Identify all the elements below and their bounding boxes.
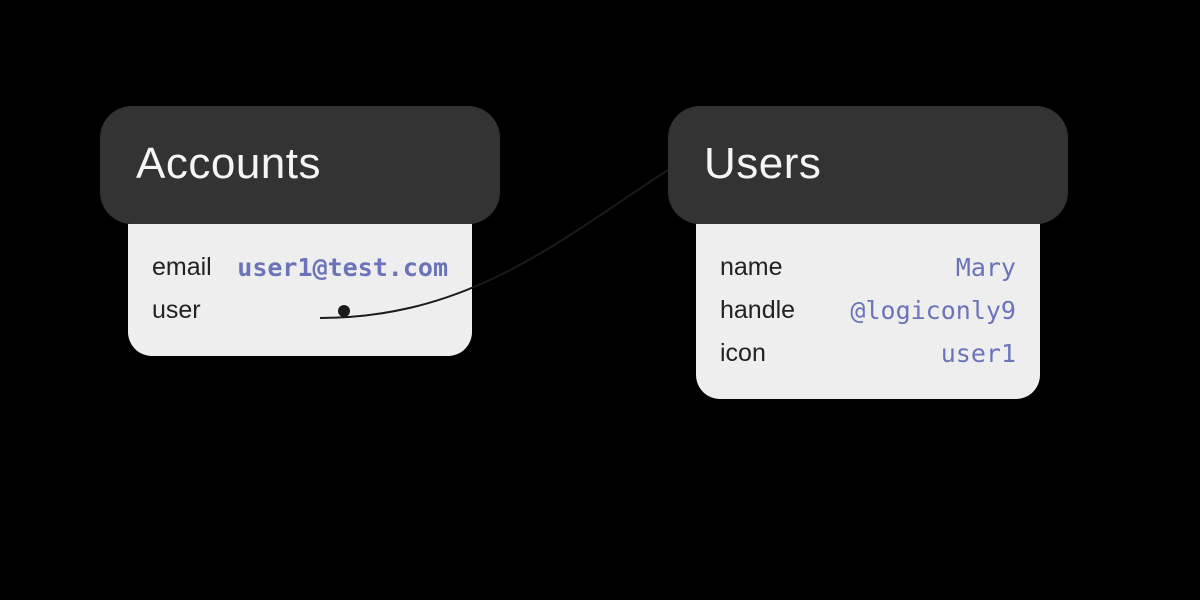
card-accounts-title: Accounts [136,139,321,188]
field-val-icon: user1 [941,339,1016,368]
table-row: icon user1 [720,332,1016,375]
field-key-name: name [720,253,783,282]
card-users: Users name Mary handle @logiconly9 icon … [668,106,1068,399]
reference-dot-icon [338,305,350,317]
card-users-body: name Mary handle @logiconly9 icon user1 [696,224,1040,399]
reference-anchor [201,305,448,317]
field-key-email: email [152,253,212,282]
field-key-handle: handle [720,296,795,325]
field-val-handle: @logiconly9 [850,296,1016,325]
field-val-name: Mary [956,253,1016,282]
table-row: handle @logiconly9 [720,289,1016,332]
field-val-email: user1@test.com [237,253,448,282]
field-key-icon: icon [720,339,766,368]
card-users-title: Users [704,139,821,188]
card-users-header: Users [668,106,1068,224]
card-accounts: Accounts email user1@test.com user [100,106,500,356]
diagram-canvas: Accounts email user1@test.com user Users… [0,0,1200,600]
table-row: email user1@test.com [152,246,448,289]
table-row: name Mary [720,246,1016,289]
table-row: user [152,289,448,332]
card-accounts-body: email user1@test.com user [128,224,472,356]
card-accounts-header: Accounts [100,106,500,224]
field-key-user: user [152,296,201,325]
